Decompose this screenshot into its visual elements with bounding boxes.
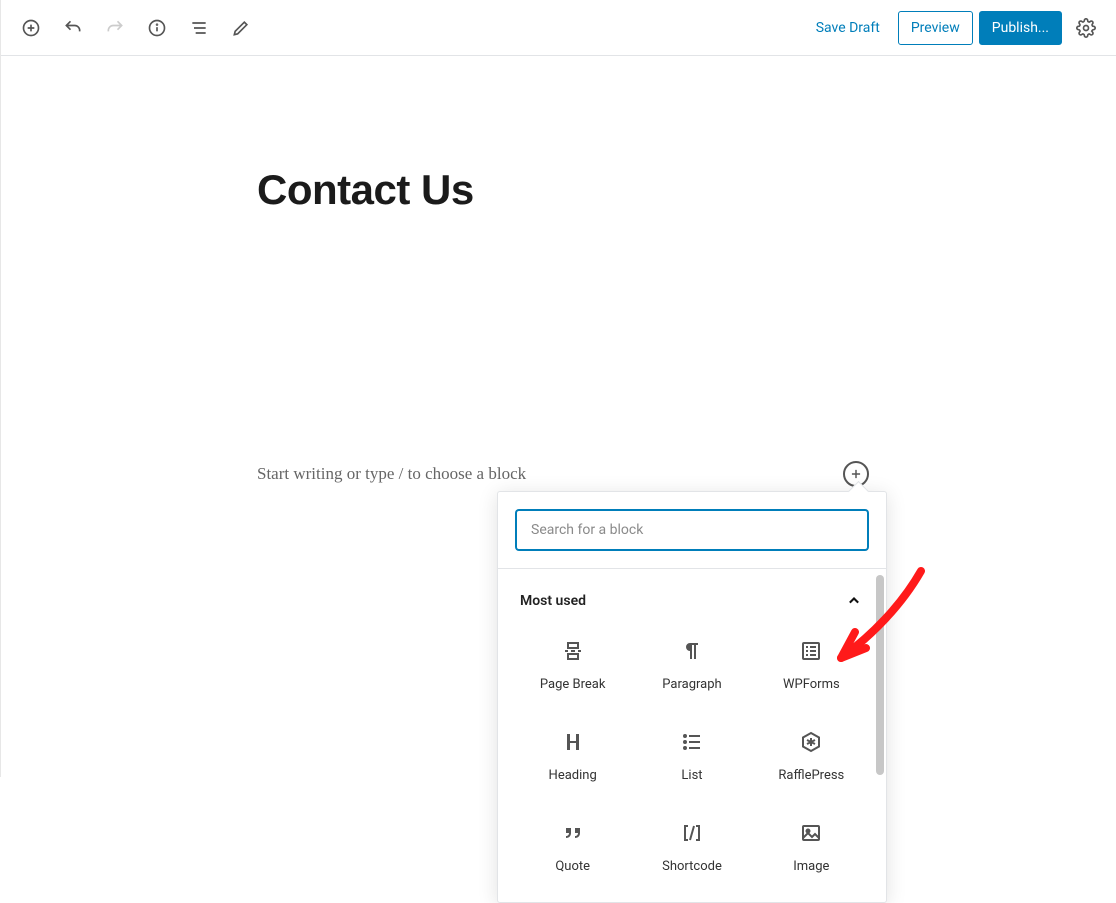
- redo-button[interactable]: [97, 10, 133, 46]
- block-label: Shortcode: [662, 859, 722, 874]
- block-label: Image: [793, 859, 829, 874]
- add-block-button[interactable]: [13, 10, 49, 46]
- edit-button[interactable]: [223, 10, 259, 46]
- block-rafflepress[interactable]: RafflePress: [755, 720, 868, 793]
- page-title[interactable]: Contact Us: [257, 166, 1116, 214]
- block-search-input[interactable]: [516, 510, 868, 550]
- placeholder-text: Start writing or type / to choose a bloc…: [257, 464, 526, 484]
- block-grid: Page Break Paragraph WPForms: [516, 621, 868, 884]
- block-appender[interactable]: Start writing or type / to choose a bloc…: [257, 461, 869, 487]
- block-wpforms[interactable]: WPForms: [755, 629, 868, 702]
- page-break-icon: [561, 639, 585, 663]
- block-label: Page Break: [540, 677, 606, 692]
- block-heading[interactable]: Heading: [516, 720, 629, 793]
- block-label: Quote: [555, 859, 590, 874]
- save-draft-button[interactable]: Save Draft: [804, 11, 892, 45]
- block-list[interactable]: List: [635, 720, 748, 793]
- rafflepress-icon: [799, 730, 823, 754]
- scrollbar-thumb[interactable]: [876, 575, 884, 775]
- block-page-break[interactable]: Page Break: [516, 629, 629, 702]
- settings-button[interactable]: [1068, 10, 1104, 46]
- plus-circle-icon: [21, 18, 41, 38]
- block-shortcode[interactable]: Shortcode: [635, 811, 748, 884]
- image-icon: [799, 821, 823, 845]
- block-quote[interactable]: Quote: [516, 811, 629, 884]
- publish-button[interactable]: Publish...: [979, 11, 1062, 45]
- editor-canvas: Contact Us Start writing or type / to ch…: [1, 166, 1116, 214]
- redo-icon: [105, 18, 125, 38]
- undo-button[interactable]: [55, 10, 91, 46]
- quote-icon: [561, 821, 585, 845]
- undo-icon: [63, 18, 83, 38]
- block-picker-popover: Most used Page Break Paragrap: [497, 491, 887, 903]
- block-list-scroll[interactable]: Most used Page Break Paragrap: [498, 569, 886, 902]
- section-header-most-used[interactable]: Most used: [516, 569, 868, 621]
- outline-icon: [189, 18, 209, 38]
- gear-icon: [1076, 18, 1096, 38]
- block-label: WPForms: [783, 677, 840, 692]
- heading-icon: [561, 730, 585, 754]
- plus-icon: [849, 467, 863, 481]
- list-icon: [680, 730, 704, 754]
- preview-button[interactable]: Preview: [898, 11, 973, 45]
- info-icon: [147, 18, 167, 38]
- info-button[interactable]: [139, 10, 175, 46]
- block-label: Paragraph: [662, 677, 721, 692]
- toolbar-left: [13, 10, 259, 46]
- editor-toolbar: Save Draft Preview Publish...: [1, 0, 1116, 56]
- block-label: RafflePress: [778, 768, 844, 783]
- shortcode-icon: [680, 821, 704, 845]
- block-label: List: [681, 768, 702, 783]
- paragraph-icon: [680, 639, 704, 663]
- block-label: Heading: [549, 768, 597, 783]
- chevron-up-icon: [844, 591, 864, 611]
- wpforms-icon: [799, 639, 823, 663]
- block-paragraph[interactable]: Paragraph: [635, 629, 748, 702]
- section-title: Most used: [520, 593, 586, 609]
- outline-button[interactable]: [181, 10, 217, 46]
- pencil-icon: [231, 18, 251, 38]
- toolbar-right: Save Draft Preview Publish...: [804, 10, 1104, 46]
- block-image[interactable]: Image: [755, 811, 868, 884]
